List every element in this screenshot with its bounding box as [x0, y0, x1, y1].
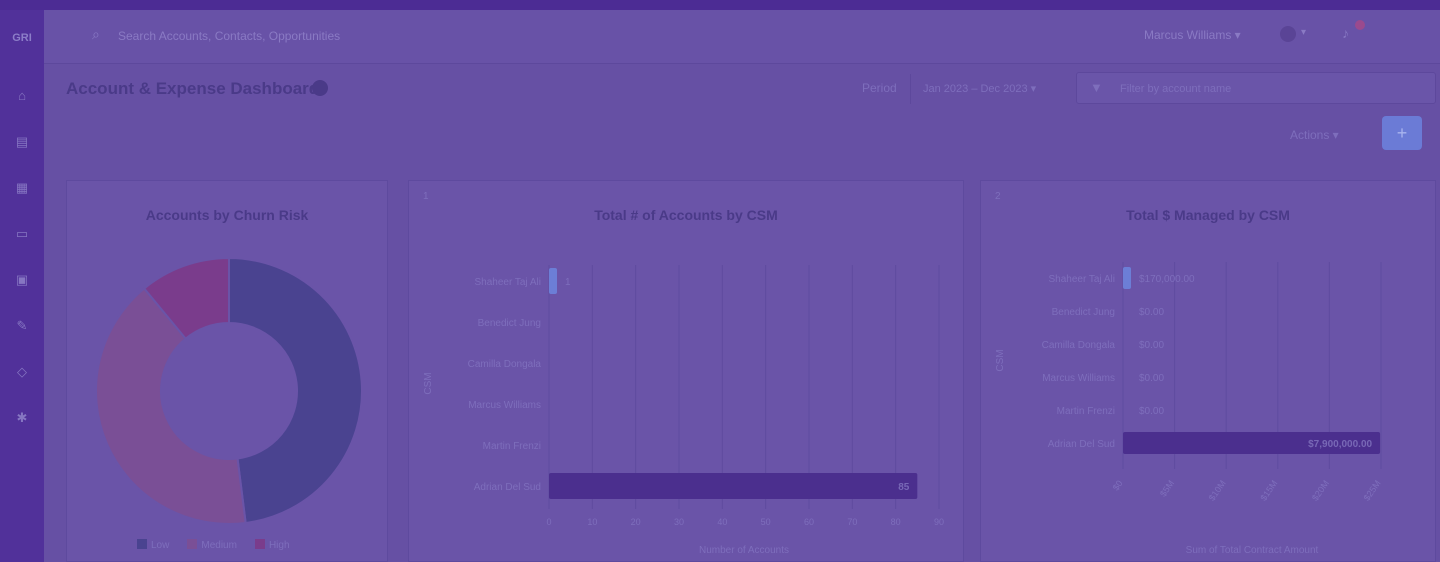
y-tick-label: Benedict Jung — [1052, 307, 1115, 318]
legend-label: Medium — [201, 540, 237, 551]
chart-legend: Low Medium High — [137, 539, 290, 551]
chevron-down-icon[interactable]: ▾ — [1301, 27, 1306, 38]
x-tick-label: 90 — [934, 517, 944, 527]
y-axis-label: CSM — [423, 372, 434, 394]
global-search-input[interactable] — [118, 25, 478, 47]
x-tick-label: $25M — [1362, 478, 1383, 502]
x-tick-label: 80 — [891, 517, 901, 527]
info-icon[interactable] — [312, 80, 328, 96]
inbox-icon[interactable]: ▭ — [14, 226, 30, 242]
y-axis-label: CSM — [995, 349, 1006, 371]
page-title: Account & Expense Dashboard — [66, 79, 320, 98]
churn-risk-panel: Accounts by Churn Risk Low Medium High — [66, 180, 388, 562]
y-tick-label: Marcus Williams — [468, 400, 541, 411]
x-tick-label: $20M — [1310, 478, 1331, 502]
accounts-by-csm-panel: 1 Total # of Accounts by CSM 0 10 20 30 40 50… — [408, 180, 964, 562]
y-tick-label: Adrian Del Sud — [474, 482, 541, 493]
y-tick-label: Camilla Dongala — [468, 359, 542, 370]
data-label: $0.00 — [1139, 307, 1164, 318]
x-tick-label: $0 — [1111, 478, 1125, 492]
user-menu[interactable]: Marcus Williams ▾ — [1144, 28, 1241, 42]
calendar-icon[interactable]: ▣ — [14, 272, 30, 288]
top-bar: ⌕ Marcus Williams ▾ ▾ ♪ — [44, 10, 1440, 64]
y-tick-label: Adrian Del Sud — [1048, 439, 1115, 450]
y-tick-label: Camilla Dongala — [1042, 340, 1116, 351]
x-tick-label: $15M — [1258, 478, 1279, 502]
x-tick-label: 50 — [761, 517, 771, 527]
y-tick-label: Martin Frenzi — [1057, 406, 1115, 417]
search-icon: ⌕ — [92, 26, 100, 42]
data-label: 85 — [898, 482, 910, 493]
add-button[interactable]: + — [1382, 116, 1422, 150]
x-axis-label: Sum of Total Contract Amount — [1186, 545, 1319, 556]
wrench-icon[interactable]: ✎ — [14, 318, 30, 334]
y-tick-label: Shaheer Taj Ali — [474, 277, 541, 288]
data-label: $170,000.00 — [1139, 274, 1195, 285]
legend-item[interactable]: High — [254, 539, 290, 551]
filter-icon: ▼ — [1090, 80, 1103, 95]
bell-icon[interactable]: ♪ — [1342, 25, 1349, 41]
managed-bar-chart: $0 $5M $10M $15M $20M $25M Shaheer Taj Ali $170… — [995, 262, 1383, 556]
data-label: 1 — [565, 277, 571, 288]
x-tick-label: 70 — [847, 517, 857, 527]
x-tick-label: 20 — [631, 517, 641, 527]
app-logo[interactable]: GRI — [6, 30, 38, 46]
y-tick-label: Marcus Williams — [1042, 373, 1115, 384]
legend-label: Low — [151, 540, 170, 551]
x-tick-label: $5M — [1158, 478, 1176, 498]
x-tick-label: $10M — [1207, 478, 1228, 502]
accounts-bar-chart: 0 10 20 30 40 50 60 70 80 90 Shaheer Taj Ali 1 Bened… — [423, 265, 944, 556]
pie-slice-low[interactable] — [228, 256, 363, 525]
left-nav-rail: GRI ⌂ ▤ ▦ ▭ ▣ ✎ ◇ ✱ — [0, 10, 44, 562]
bar[interactable] — [1123, 267, 1131, 289]
data-label: $0.00 — [1139, 373, 1164, 384]
help-icon[interactable] — [1280, 26, 1296, 42]
donut-chart — [95, 256, 363, 525]
actions-menu-button[interactable]: Actions ▾ — [1290, 124, 1370, 146]
y-tick-label: Benedict Jung — [478, 318, 541, 329]
y-tick-label: Shaheer Taj Ali — [1048, 274, 1115, 285]
x-tick-label: 40 — [717, 517, 727, 527]
managed-by-csm-panel: 2 Total $ Managed by CSM $0 $5M $10M $15M $2… — [980, 180, 1436, 562]
notification-badge — [1355, 20, 1365, 30]
data-label: $7,900,000.00 — [1308, 439, 1372, 450]
x-tick-label: 30 — [674, 517, 684, 527]
x-tick-label: 60 — [804, 517, 814, 527]
x-tick-label: 10 — [587, 517, 597, 527]
date-range-select[interactable]: Jan 2023 – Dec 2023 ▾ — [910, 74, 1060, 104]
analytics-icon[interactable]: ▦ — [14, 180, 30, 196]
home-icon[interactable]: ⌂ — [14, 88, 30, 104]
data-label: $0.00 — [1139, 406, 1164, 417]
top-accent-strip — [0, 0, 1440, 10]
bar[interactable] — [549, 268, 557, 294]
legend-label: High — [268, 540, 290, 551]
filter-input[interactable] — [1120, 80, 1420, 98]
legend-item[interactable]: Medium — [187, 539, 237, 551]
x-axis-label: Number of Accounts — [699, 545, 789, 556]
period-label: Period — [862, 81, 897, 95]
x-tick-label: 0 — [546, 517, 551, 527]
y-tick-label: Martin Frenzi — [483, 441, 541, 452]
settings-icon[interactable]: ✱ — [14, 410, 30, 426]
page-header: Account & Expense Dashboard Period Jan 2… — [44, 64, 1440, 114]
clipboard-icon[interactable]: ▤ — [14, 134, 30, 150]
bar[interactable] — [549, 473, 918, 499]
legend-item[interactable]: Low — [137, 539, 169, 551]
tag-icon[interactable]: ◇ — [14, 364, 30, 380]
data-label: $0.00 — [1139, 340, 1164, 351]
